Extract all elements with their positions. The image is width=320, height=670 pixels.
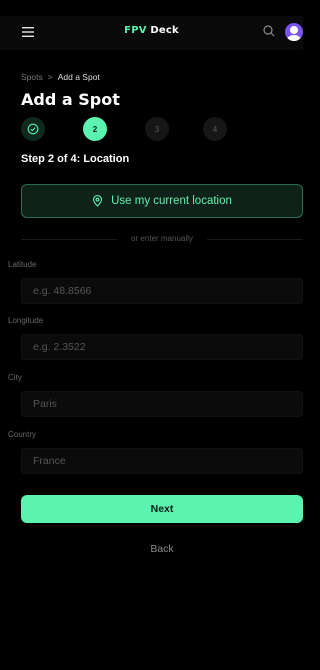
longitude-label: Longitude [8, 316, 44, 325]
longitude-input[interactable]: e.g. 2.3522 [21, 334, 303, 360]
status-bar [0, 0, 303, 16]
step-4: 4 [203, 117, 227, 141]
step-1-done [21, 117, 45, 141]
step-2: 2 [83, 117, 107, 141]
divider-text: or enter manually [131, 234, 193, 243]
brand-accent: FPV [124, 25, 147, 36]
user-avatar-icon[interactable] [285, 23, 303, 41]
stepper: 2 3 4 [21, 117, 261, 141]
breadcrumb-spots-link[interactable]: Spots [21, 72, 43, 82]
breadcrumb-current: Add a Spot [57, 72, 100, 82]
app-brand: FPV Deck [0, 25, 303, 36]
country-input[interactable]: France [21, 448, 303, 474]
brand-name: Deck [146, 25, 179, 36]
latitude-label: Latitude [8, 260, 37, 269]
back-button[interactable]: Back [21, 535, 303, 563]
page-title: Add a Spot [21, 90, 120, 109]
app-bar: FPV Deck [0, 16, 303, 50]
breadcrumb-separator: > [47, 72, 53, 82]
use-current-location-button[interactable]: Use my current location [21, 184, 303, 218]
country-label: Country [8, 430, 37, 439]
latitude-input[interactable]: e.g. 48.8566 [21, 278, 303, 304]
search-icon[interactable] [262, 24, 276, 38]
next-button[interactable]: Next [21, 495, 303, 523]
or-divider: or enter manually [21, 234, 303, 244]
city-input[interactable]: Paris [21, 391, 303, 417]
step-label: Step 2 of 4: Location [21, 153, 130, 165]
map-pin-icon [93, 195, 103, 207]
city-label: City [8, 373, 22, 382]
breadcrumb: Spots > Add a Spot [21, 72, 100, 82]
check-circle-icon [27, 123, 39, 135]
use-current-location-label: Use my current location [111, 195, 232, 207]
step-3: 3 [145, 117, 169, 141]
